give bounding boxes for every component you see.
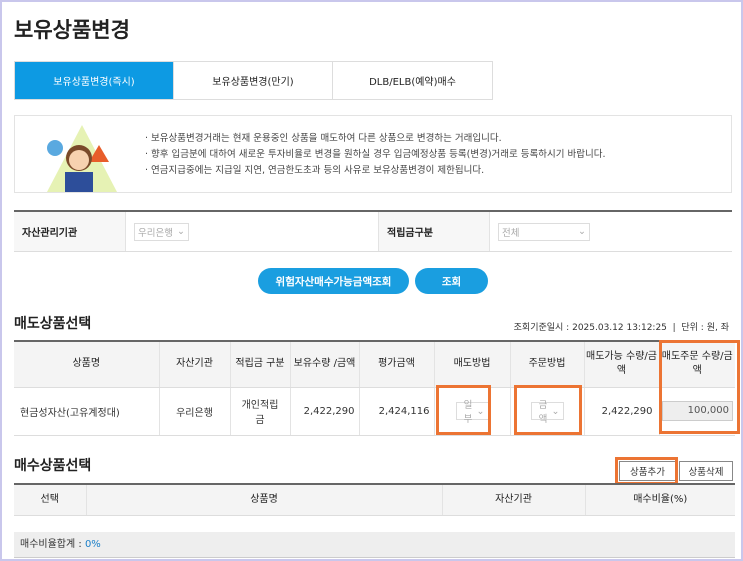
available-amount: 2,422,290 [583, 387, 659, 436]
column-header: 평가금액 [358, 341, 434, 388]
tab-change-immediate[interactable]: 보유상품변경(즉시) [15, 62, 174, 99]
institution-select[interactable]: 우리은행 ⌄ [134, 222, 189, 241]
valuation-amount: 2,424,116 [358, 387, 434, 436]
chevron-down-icon: ⌄ [177, 226, 185, 237]
notice-item: · 보유상품변경거래는 현재 운용중인 상품을 매도하여 다른 상품으로 변경하… [145, 133, 502, 144]
delete-product-button[interactable]: 상품삭제 [679, 461, 733, 481]
column-header: 매도가능 수량/금액 [583, 341, 659, 388]
highlight-box [436, 385, 491, 435]
institution-label: 자산관리기관 [14, 212, 126, 251]
column-header: 매도방법 [433, 341, 510, 388]
chevron-down-icon: ⌄ [578, 226, 586, 237]
page-title: 보유상품변경 [14, 18, 130, 42]
type-label: 적립금구분 [378, 212, 490, 251]
sell-section-title: 매도상품선택 [14, 316, 92, 332]
column-header: 보유수량 /금액 [289, 341, 359, 388]
buy-section-title: 매수상품선택 [14, 458, 92, 474]
column-header: 자산기관 [158, 341, 230, 388]
sell-table: 상품명 자산기관 적립금 구분 보유수량 /금액 평가금액 매도방법 주문방법 … [14, 340, 735, 436]
notice-box: · 보유상품변경거래는 현재 운용중인 상품을 매도하여 다른 상품으로 변경하… [14, 115, 732, 193]
notice-item: · 연금지급중에는 지급일 지연, 연금한도초과 등의 사유로 보유상품변경이 … [145, 165, 485, 176]
buy-ratio-total: 매수비율합계 : 0% [14, 532, 735, 558]
product-name: 현금성자산(고유계정대) [14, 387, 159, 436]
tab-dlb-elb[interactable]: DLB/ELB(예약)매수 [333, 62, 492, 99]
table-row: 현금성자산(고유계정대) 우리은행 개인적립금 2,422,290 2,424,… [14, 387, 735, 436]
holding-amount: 2,422,290 [289, 387, 359, 436]
advisor-illustration-icon [47, 125, 117, 192]
column-header: 선택 [14, 484, 86, 516]
column-header: 매수비율(%) [584, 484, 735, 516]
notice-item: · 향후 입금분에 대하여 새로운 투자비율로 변경을 원하실 경우 입금예정상… [145, 149, 606, 160]
query-time: 조회기준일시 : 2025.03.12 13:12:25 | 단위 : 원, 좌 [513, 323, 729, 333]
column-header: 자산기관 [441, 484, 585, 516]
table-header-row: 상품명 자산기관 적립금 구분 보유수량 /금액 평가금액 매도방법 주문방법 … [14, 341, 735, 388]
column-header: 주문방법 [509, 341, 584, 388]
highlight-box [615, 457, 678, 485]
tab-bar: 보유상품변경(즉시) 보유상품변경(만기) DLB/ELB(예약)매수 [14, 61, 493, 100]
query-button[interactable]: 조회 [415, 268, 488, 294]
highlight-box [514, 385, 582, 435]
filter-row: 자산관리기관 우리은행 ⌄ 적립금구분 전체 ⌄ [14, 210, 732, 252]
reserve-type: 개인적립금 [229, 387, 290, 436]
risk-asset-query-button[interactable]: 위험자산매수가능금액조회 [258, 268, 409, 294]
institution: 우리은행 [158, 387, 230, 436]
column-header: 상품명 [85, 484, 442, 516]
highlight-box [659, 340, 740, 434]
table-header-row: 선택 상품명 자산기관 매수비율(%) [14, 484, 735, 516]
buy-table: 선택 상품명 자산기관 매수비율(%) [14, 483, 735, 516]
column-header: 적립금 구분 [229, 341, 290, 388]
type-select[interactable]: 전체 ⌄ [498, 222, 590, 241]
column-header: 상품명 [14, 341, 159, 388]
tab-change-maturity[interactable]: 보유상품변경(만기) [174, 62, 333, 99]
